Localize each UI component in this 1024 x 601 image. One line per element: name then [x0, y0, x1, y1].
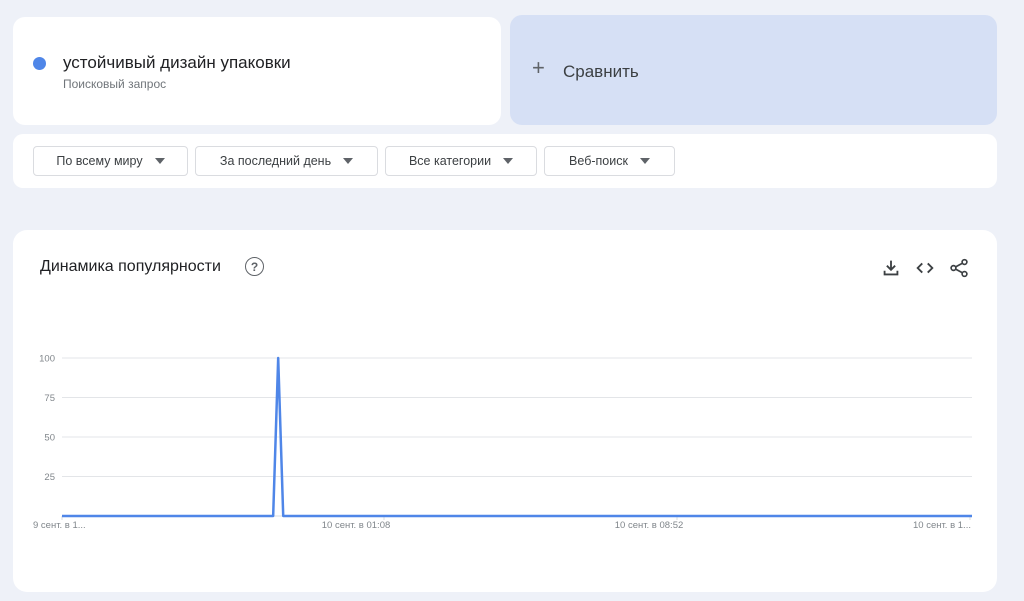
y-tick-label: 75: [44, 393, 55, 404]
search-term-label[interactable]: устойчивый дизайн упаковки: [63, 53, 291, 73]
x-tick-label: 10 сент. в 01:08: [322, 520, 391, 531]
filter-region-label: По всему миру: [56, 154, 143, 168]
interest-chart: 25 50 75 100 9 сент. в 1... 10 сент. в 01:08 1…: [33, 354, 972, 531]
search-term-type: Поисковый запрос: [63, 77, 167, 91]
series-color-dot: [33, 57, 46, 70]
x-tick-label: 10 сент. в 1...: [913, 520, 971, 531]
x-tick-label: 10 сент. в 08:52: [615, 520, 684, 531]
y-tick-label: 100: [39, 354, 55, 365]
plus-icon: +: [532, 55, 545, 80]
y-tick-label: 25: [44, 472, 55, 483]
filter-category[interactable]: Все категории: [385, 146, 537, 176]
dropdown-arrow-icon: [639, 158, 650, 164]
y-tick-label: 50: [44, 433, 55, 444]
filter-time-range[interactable]: За последний день: [195, 146, 378, 176]
dropdown-arrow-icon: [154, 158, 165, 164]
filter-search-type[interactable]: Веб-поиск: [544, 146, 675, 176]
dropdown-arrow-icon: [343, 158, 354, 164]
filter-category-label: Все категории: [408, 154, 492, 168]
dropdown-arrow-icon: [503, 158, 514, 164]
search-term-card[interactable]: устойчивый дизайн упаковки Поисковый зап…: [13, 17, 501, 125]
filter-region[interactable]: По всему миру: [33, 146, 188, 176]
filter-search-type-label: Веб-поиск: [569, 154, 628, 168]
filters-bar: По всему миру За последний день Все кате…: [13, 134, 997, 188]
compare-button[interactable]: + Сравнить: [510, 15, 997, 125]
x-tick-label: 9 сент. в 1...: [33, 520, 86, 531]
compare-label: Сравнить: [563, 62, 639, 81]
filter-time-range-label: За последний день: [219, 154, 332, 168]
interest-over-time-card: Динамика популярности ? 25 50 75 100 9 сент.…: [13, 230, 997, 592]
